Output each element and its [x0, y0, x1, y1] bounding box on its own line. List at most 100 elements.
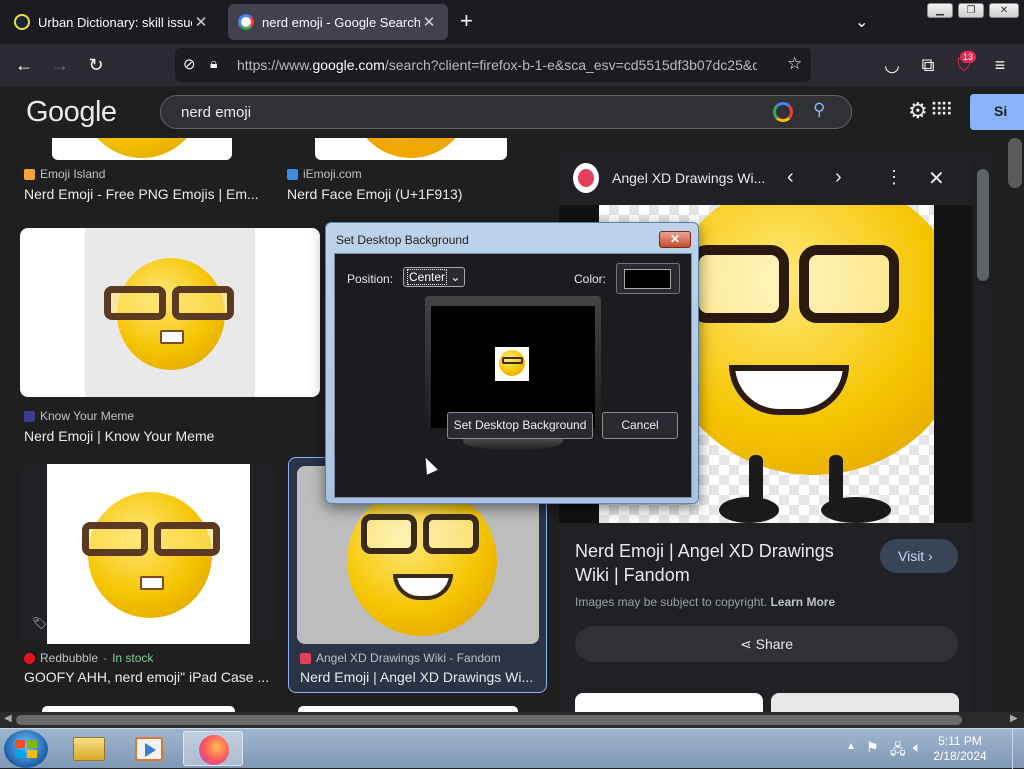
- result-title[interactable]: Nerd Face Emoji (U+1F913): [287, 186, 517, 202]
- tab-title: nerd emoji - Google Search: [262, 14, 420, 30]
- search-box[interactable]: nerd emoji ⚲: [160, 95, 852, 129]
- vertical-scrollbar[interactable]: [1006, 138, 1024, 712]
- sign-in-button[interactable]: Si: [970, 94, 1024, 130]
- url-text[interactable]: https://www.google.com/search?client=fir…: [237, 57, 757, 73]
- result-source[interactable]: Emoji Island: [24, 167, 105, 181]
- panel-header: Angel XD Drawings Wi... ‹ › ⋮ ✕: [559, 153, 973, 205]
- monitor-screen: [431, 306, 595, 428]
- share-button[interactable]: ⋖ Share: [575, 626, 958, 662]
- iemoji-favicon-icon: [287, 168, 298, 180]
- result-source[interactable]: Angel XD Drawings Wiki - Fandom: [300, 651, 501, 665]
- color-swatch: [624, 269, 671, 289]
- result-source[interactable]: Know Your Meme: [24, 409, 134, 423]
- close-tab-icon[interactable]: ✕: [420, 13, 438, 31]
- volume-muted-icon[interactable]: 🔈︎: [913, 739, 921, 756]
- result-image-redbubble[interactable]: 🏷︎: [20, 464, 277, 644]
- settings-gear-icon[interactable]: ⚙: [908, 98, 928, 124]
- fandom-logo-icon[interactable]: [573, 163, 599, 193]
- bookmark-star-icon[interactable]: ☆: [787, 54, 802, 74]
- result-source[interactable]: iEmoji.com: [287, 167, 362, 181]
- show-hidden-icons-icon[interactable]: ▲: [846, 741, 856, 752]
- tab-google-search[interactable]: nerd emoji - Google Search ✕: [228, 4, 448, 40]
- panel-title[interactable]: Nerd Emoji | Angel XD Drawings Wiki | Fa…: [575, 539, 865, 587]
- google-logo[interactable]: Google: [26, 96, 117, 129]
- file-explorer-taskbar-button[interactable]: [61, 731, 117, 766]
- result-image[interactable]: [52, 138, 232, 160]
- minimize-button[interactable]: ▁: [927, 3, 953, 18]
- related-image[interactable]: [575, 693, 763, 712]
- action-center-flag-icon[interactable]: ⚑: [866, 739, 879, 756]
- hamburger-menu-icon[interactable]: ≡: [989, 54, 1011, 76]
- show-desktop-button[interactable]: [1012, 729, 1024, 769]
- fandom-favicon-icon: [300, 652, 311, 664]
- learn-more-link[interactable]: Learn More: [770, 595, 835, 609]
- navigation-bar: ← → ↻ ⊘ 🔒︎ https://www.google.com/search…: [0, 44, 1024, 86]
- tag-icon: 🏷︎: [32, 616, 48, 630]
- result-title[interactable]: Nerd Emoji - Free PNG Emojis | Em...: [24, 186, 264, 202]
- tab-strip: Urban Dictionary: skill issue ✕ nerd emo…: [0, 0, 1024, 44]
- share-icon: ⋖: [740, 636, 756, 652]
- network-icon[interactable]: 🖧︎: [890, 739, 906, 763]
- google-favicon-icon: [238, 14, 254, 30]
- dialog-body: Position: Center ⌄ Color: Set Desktop Ba…: [334, 253, 692, 498]
- emoji-island-favicon-icon: [24, 168, 35, 180]
- close-tab-icon[interactable]: ✕: [192, 13, 210, 31]
- media-player-taskbar-button[interactable]: [121, 731, 177, 766]
- close-window-button[interactable]: ✕: [989, 3, 1019, 18]
- extension-badge: 13: [960, 51, 977, 63]
- result-title[interactable]: Nerd Emoji | Know Your Meme: [24, 428, 304, 444]
- start-button[interactable]: [4, 730, 48, 768]
- lock-icon[interactable]: 🔒︎: [210, 55, 217, 72]
- next-arrow-icon[interactable]: ›: [835, 166, 842, 189]
- tab-title: Urban Dictionary: skill issue: [38, 14, 192, 30]
- google-header: Google nerd emoji ⚲ ⚙ ⠿⠿ Si: [0, 86, 1024, 138]
- know-your-meme-favicon-icon: [24, 410, 35, 422]
- cancel-button[interactable]: Cancel: [602, 412, 678, 439]
- color-picker-button[interactable]: [616, 263, 680, 294]
- extensions-puzzle-icon[interactable]: ⧉: [917, 54, 939, 76]
- panel-site-name[interactable]: Angel XD Drawings Wi...: [612, 170, 765, 186]
- dialog-title: Set Desktop Background: [336, 233, 469, 247]
- firefox-taskbar-button[interactable]: [183, 731, 243, 766]
- scroll-right-icon[interactable]: ▶: [1010, 713, 1018, 724]
- tab-urban-dictionary[interactable]: Urban Dictionary: skill issue ✕: [4, 4, 220, 40]
- restore-button[interactable]: ❐: [958, 3, 984, 18]
- address-bar[interactable]: ⊘ 🔒︎ https://www.google.com/search?clien…: [175, 48, 811, 82]
- clock-time: 5:11 PM: [938, 734, 982, 748]
- result-source[interactable]: Redbubble · In stock: [24, 651, 153, 665]
- google-lens-icon[interactable]: [773, 102, 793, 122]
- redbubble-favicon-icon: [24, 652, 35, 664]
- search-icon[interactable]: ⚲: [813, 100, 825, 120]
- system-clock[interactable]: 5:11 PM 2/18/2024: [930, 734, 990, 764]
- urban-dictionary-favicon-icon: [14, 14, 30, 30]
- scroll-left-icon[interactable]: ◀: [4, 713, 12, 724]
- media-player-icon: [135, 737, 163, 761]
- chevron-down-icon: ⌄: [450, 270, 461, 284]
- new-tab-icon[interactable]: +: [460, 10, 473, 32]
- dialog-close-button[interactable]: ✕: [659, 231, 691, 248]
- result-title[interactable]: Nerd Emoji | Angel XD Drawings Wi...: [300, 669, 536, 685]
- position-label: Position:: [347, 272, 394, 286]
- tracking-protection-icon[interactable]: ⊘: [183, 55, 196, 73]
- related-image[interactable]: [771, 693, 959, 712]
- chevron-down-icon[interactable]: ⌄: [855, 12, 868, 32]
- close-panel-icon[interactable]: ✕: [928, 166, 945, 191]
- apps-grid-icon[interactable]: ⠿⠿: [930, 100, 953, 121]
- previous-arrow-icon[interactable]: ‹: [787, 166, 794, 189]
- result-title[interactable]: GOOFY AHH, nerd emoji" iPad Case ...: [24, 669, 274, 685]
- more-options-icon[interactable]: ⋮: [885, 167, 903, 188]
- search-input[interactable]: nerd emoji: [181, 104, 251, 121]
- firefox-icon: [199, 735, 229, 765]
- visit-button[interactable]: Visit ›: [880, 539, 958, 573]
- set-desktop-background-dialog: Set Desktop Background ✕ Position: Cente…: [325, 222, 699, 504]
- result-image[interactable]: [315, 138, 507, 160]
- set-desktop-background-button[interactable]: Set Desktop Background: [447, 412, 593, 439]
- panel-scrollbar[interactable]: [976, 153, 990, 712]
- horizontal-scrollbar[interactable]: ◀ ▶: [0, 712, 1024, 728]
- position-select[interactable]: Center ⌄: [403, 267, 465, 287]
- reload-icon[interactable]: ↻: [85, 54, 107, 76]
- back-arrow-icon[interactable]: ←: [13, 54, 35, 76]
- pocket-icon[interactable]: ◡: [881, 54, 903, 76]
- result-image-know-your-meme[interactable]: [20, 228, 320, 397]
- forward-arrow-icon[interactable]: →: [49, 54, 71, 76]
